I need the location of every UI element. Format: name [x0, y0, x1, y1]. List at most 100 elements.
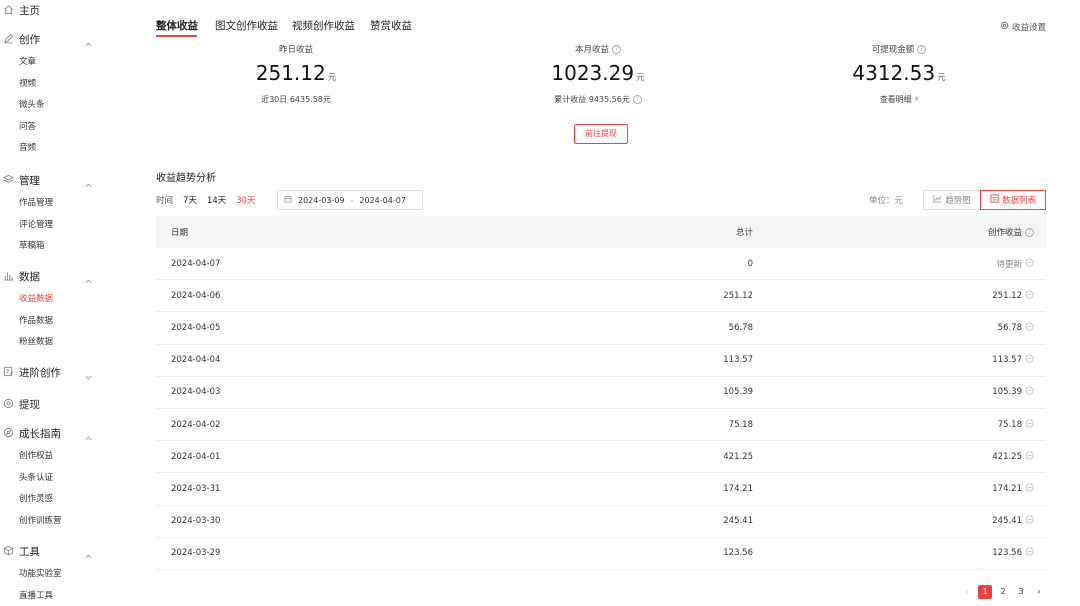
cube-icon [2, 545, 14, 557]
cell-create: 105.39 [992, 386, 1034, 398]
edit-icon [2, 366, 14, 378]
cell-total: 0 [747, 258, 753, 269]
table-row: 2024-04-01 421.25 421.25 [156, 441, 1046, 474]
sidebar-item[interactable]: 收益数据 [19, 292, 53, 304]
info-icon[interactable] [1025, 354, 1034, 366]
info-icon[interactable] [1025, 515, 1034, 527]
sidebar-item[interactable]: 头条认证 [19, 471, 53, 483]
sidebar-item[interactable]: 音频 [19, 141, 36, 153]
info-icon[interactable] [1025, 258, 1034, 270]
sidebar-item-home[interactable]: 主页 [0, 0, 117, 21]
sidebar-item[interactable]: 创作训练营 [19, 514, 62, 526]
sidebar-group-label: 数据 [19, 270, 40, 283]
table-row: 2024-04-05 56.78 56.78 [156, 312, 1046, 345]
sidebar: 主页 创作文章视频微头条问答音频管理作品管理评论管理草稿箱数据收益数据作品数据粉… [0, 0, 117, 606]
sidebar-item[interactable]: 评论管理 [19, 218, 53, 230]
tab-article-income[interactable]: 图文创作收益 [215, 18, 278, 33]
next-page-button[interactable]: › [1032, 585, 1046, 599]
sidebar-group-label: 提现 [19, 398, 40, 411]
info-icon[interactable] [1025, 290, 1034, 302]
help-icon[interactable]: ? [917, 44, 927, 54]
tab-tip-income[interactable]: 赞赏收益 [370, 18, 412, 33]
cell-create-value: 251.12 [992, 290, 1022, 301]
income-settings-link[interactable]: 收益设置 [1000, 21, 1046, 33]
date-end: 2024-04-07 [359, 195, 406, 205]
help-icon[interactable]: ? [632, 94, 642, 104]
stat-unit: 元 [327, 73, 337, 83]
table-row: 2024-04-02 75.18 75.18 [156, 409, 1046, 442]
cell-create: 174.21 [992, 483, 1034, 495]
tab-video-income[interactable]: 视频创作收益 [292, 18, 355, 33]
calendar-icon [284, 195, 292, 205]
sidebar-item[interactable]: 视频 [19, 77, 36, 89]
sidebar-group-4[interactable]: 提现 [0, 393, 117, 415]
chevron-down-icon[interactable] [84, 367, 94, 380]
chevron-up-icon[interactable] [84, 175, 94, 188]
active-tab-indicator [156, 35, 197, 37]
compass-icon [2, 427, 14, 439]
page-1-button[interactable]: 1 [978, 585, 992, 599]
tab-overall-income[interactable]: 整体收益 [156, 18, 198, 33]
cell-total: 75.18 [728, 419, 753, 430]
stat-value: 1023.29 [551, 61, 635, 85]
sidebar-group-1[interactable]: 管理 [0, 169, 117, 191]
sidebar-group-6[interactable]: 工具 [0, 540, 117, 562]
info-icon[interactable] [1025, 322, 1034, 334]
date-range-picker[interactable]: 2024-03-09 - 2024-04-07 [277, 190, 423, 210]
range-14-days[interactable]: 14天 [207, 194, 226, 206]
cell-create: 123.56 [992, 547, 1034, 559]
chevron-up-icon[interactable] [84, 271, 94, 284]
view-details-link[interactable]: 查看明细 › [799, 93, 999, 105]
help-icon[interactable]: ? [612, 44, 621, 54]
sidebar-item[interactable]: 作品管理 [19, 196, 53, 208]
chevron-up-icon[interactable] [84, 546, 94, 559]
sidebar-group-3[interactable]: 进阶创作 [0, 361, 117, 383]
income-table: 日期 总计 创作收益? 2024-04-07 0 待更新 2024-04-06 251.… [156, 216, 1046, 570]
date-start: 2024-03-09 [298, 195, 345, 205]
sidebar-group-2[interactable]: 数据 [0, 265, 117, 287]
cell-create-value: 56.78 [997, 322, 1022, 333]
stat-value: 4312.53 [852, 61, 936, 85]
data-list-button[interactable]: 数据列表 [980, 190, 1046, 210]
cell-total: 251.12 [723, 290, 753, 301]
prev-page-button[interactable]: ‹ [960, 585, 974, 599]
sidebar-item[interactable]: 创作灵感 [19, 492, 53, 504]
table-row: 2024-03-31 174.21 174.21 [156, 473, 1046, 506]
sidebar-item[interactable]: 直播工具 [19, 589, 53, 601]
sidebar-item[interactable]: 作品数据 [19, 314, 53, 326]
help-icon[interactable]: ? [1025, 227, 1034, 237]
page-3-button[interactable]: 3 [1014, 585, 1028, 599]
chevron-up-icon[interactable] [84, 428, 94, 441]
sidebar-item[interactable]: 问答 [19, 120, 36, 132]
cell-date: 2024-04-05 [171, 322, 221, 333]
cell-total: 105.39 [723, 387, 753, 398]
sidebar-item[interactable]: 草稿箱 [19, 239, 45, 251]
main-panel: 整体收益 图文创作收益 视频创作收益 赞赏收益 收益设置 昨日收益 251.12… [117, 0, 1080, 606]
info-icon[interactable] [1025, 419, 1034, 431]
info-icon[interactable] [1025, 451, 1034, 463]
cell-create-value: 421.25 [992, 451, 1022, 462]
withdraw-button[interactable]: 前往提现 [574, 124, 628, 144]
info-icon[interactable] [1025, 483, 1034, 495]
layers-icon [2, 174, 14, 186]
cell-date: 2024-04-04 [171, 355, 221, 366]
info-icon[interactable] [1025, 386, 1034, 398]
stat-label: 可提现金额 [871, 45, 915, 55]
cell-create-value: 245.41 [992, 516, 1022, 527]
line-chart-icon [933, 194, 942, 206]
page-2-button[interactable]: 2 [996, 585, 1010, 599]
sidebar-item[interactable]: 文章 [19, 55, 36, 67]
sidebar-group-5[interactable]: 成长指南 [0, 422, 117, 444]
sidebar-item[interactable]: 功能实验室 [19, 567, 62, 579]
sidebar-item[interactable]: 粉丝数据 [19, 335, 53, 347]
sidebar-item[interactable]: 创作权益 [19, 449, 53, 461]
sidebar-group-0[interactable]: 创作 [0, 28, 117, 50]
cell-create: 245.41 [992, 515, 1034, 527]
range-7-days[interactable]: 7天 [183, 194, 197, 206]
trend-chart-button[interactable]: 趋势图 [923, 190, 981, 210]
info-icon[interactable] [1025, 547, 1034, 559]
sidebar-item[interactable]: 微头条 [19, 98, 45, 110]
range-30-days[interactable]: 30天 [236, 194, 255, 206]
chevron-up-icon[interactable] [84, 34, 94, 47]
sidebar-group-label: 工具 [19, 545, 40, 558]
